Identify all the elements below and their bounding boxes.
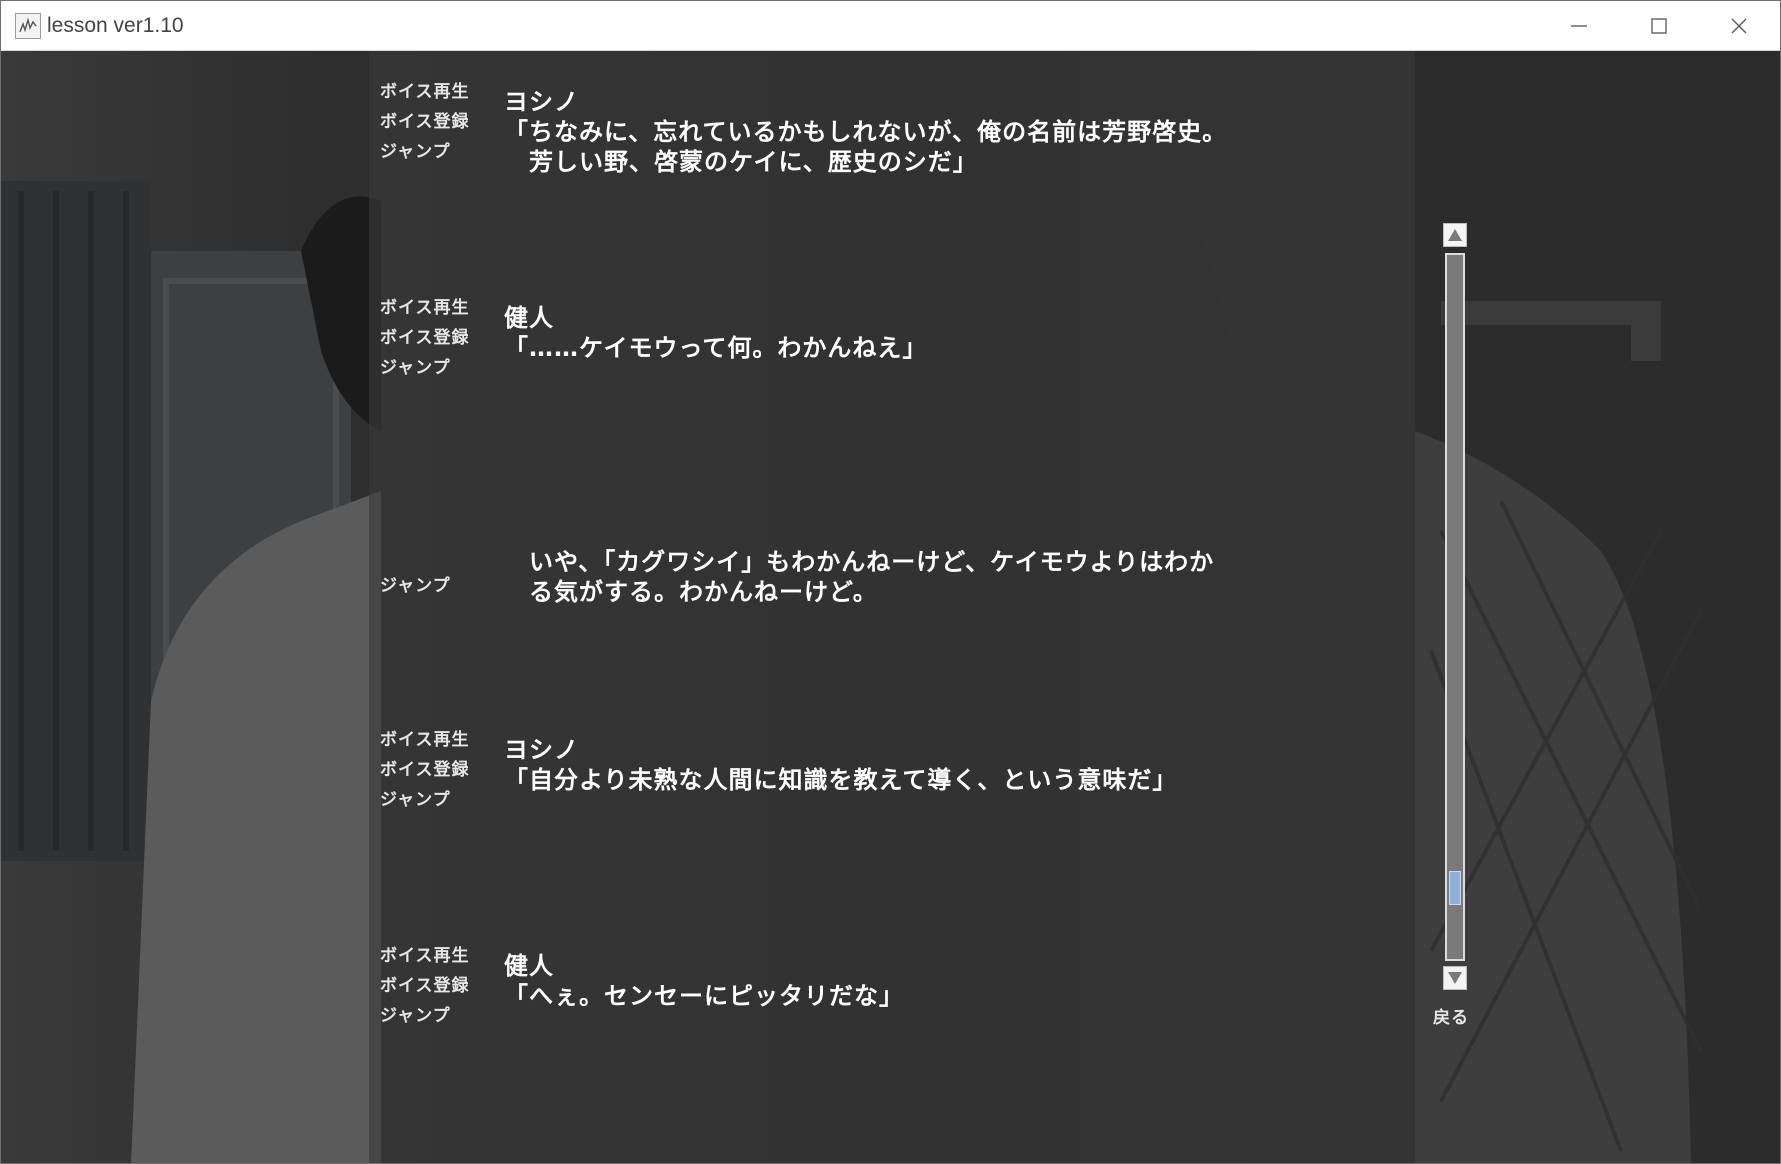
speaker-name: 健人	[504, 304, 554, 332]
log-entry: ジャンプ いや、「カグワシイ」もわかんねーけど、ケイモウよりはわか る気がする。…	[369, 547, 1415, 657]
game-window: lesson ver1.10 ボイス再生 ボイス登録 ジャンプ ヨシノ 「ちなみ…	[0, 0, 1781, 1164]
arrow-down-icon	[1448, 972, 1462, 984]
voice-play-button[interactable]: ボイス再生	[380, 297, 470, 319]
voice-play-button[interactable]: ボイス再生	[380, 729, 470, 751]
log-entry: ボイス再生 ボイス登録 ジャンプ 健人 「……ケイモウって何。わかんねえ」	[369, 297, 1415, 437]
scroll-up-button[interactable]	[1443, 223, 1467, 247]
app-icon	[15, 13, 41, 39]
voice-register-button[interactable]: ボイス登録	[380, 975, 470, 997]
narration-line: いや、「カグワシイ」もわかんねーけど、ケイモウよりはわか	[504, 548, 1215, 576]
jump-button[interactable]: ジャンプ	[380, 575, 451, 597]
speaker-name: ヨシノ	[504, 88, 579, 116]
dialogue-line: 芳しい野、啓蒙のケイに、歴史のシだ」	[504, 148, 978, 176]
dialogue-line: 「自分より未熟な人間に知識を教えて導く、という意味だ」	[504, 766, 1178, 794]
narration-line: る気がする。わかんねーけど。	[504, 578, 878, 606]
arrow-up-icon	[1448, 229, 1462, 241]
jump-button[interactable]: ジャンプ	[380, 789, 451, 811]
speaker-name: 健人	[504, 952, 554, 980]
speaker-name: ヨシノ	[504, 736, 579, 764]
jump-button[interactable]: ジャンプ	[380, 1005, 451, 1027]
dialogue-line: 「ちなみに、忘れているかもしれないが、俺の名前は芳野啓史。	[504, 118, 1228, 146]
minimize-icon	[1571, 25, 1587, 27]
back-button[interactable]: 戻る	[1433, 1007, 1469, 1029]
voice-play-button[interactable]: ボイス再生	[380, 81, 470, 103]
title-bar[interactable]: lesson ver1.10	[1, 1, 1780, 51]
minimize-button[interactable]	[1539, 1, 1619, 51]
voice-register-button[interactable]: ボイス登録	[380, 327, 470, 349]
maximize-icon	[1651, 18, 1667, 34]
log-entry: ボイス再生 ボイス登録 ジャンプ 健人 「へぇ。センセーにピッタリだな」	[369, 945, 1415, 1085]
close-button[interactable]	[1699, 1, 1779, 51]
voice-play-button[interactable]: ボイス再生	[380, 945, 470, 967]
jump-button[interactable]: ジャンプ	[380, 357, 451, 379]
log-entry: ボイス再生 ボイス登録 ジャンプ ヨシノ 「ちなみに、忘れているかもしれないが、…	[369, 81, 1415, 261]
dialogue-line: 「へぇ。センセーにピッタリだな」	[504, 982, 904, 1010]
voice-register-button[interactable]: ボイス登録	[380, 111, 470, 133]
scrollbar-thumb[interactable]	[1449, 871, 1461, 906]
jump-button[interactable]: ジャンプ	[380, 141, 451, 163]
maximize-button[interactable]	[1619, 1, 1699, 51]
close-icon	[1731, 18, 1747, 34]
dialogue-line: 「……ケイモウって何。わかんねえ」	[504, 334, 928, 362]
backlog-panel: ボイス再生 ボイス登録 ジャンプ ヨシノ 「ちなみに、忘れているかもしれないが、…	[369, 51, 1415, 1163]
log-entry: ボイス再生 ボイス登録 ジャンプ ヨシノ 「自分より未熟な人間に知識を教えて導く…	[369, 729, 1415, 869]
voice-register-button[interactable]: ボイス登録	[380, 759, 470, 781]
scrollbar-track[interactable]	[1445, 253, 1465, 961]
window-title: lesson ver1.10	[47, 14, 184, 37]
scroll-down-button[interactable]	[1443, 966, 1467, 990]
